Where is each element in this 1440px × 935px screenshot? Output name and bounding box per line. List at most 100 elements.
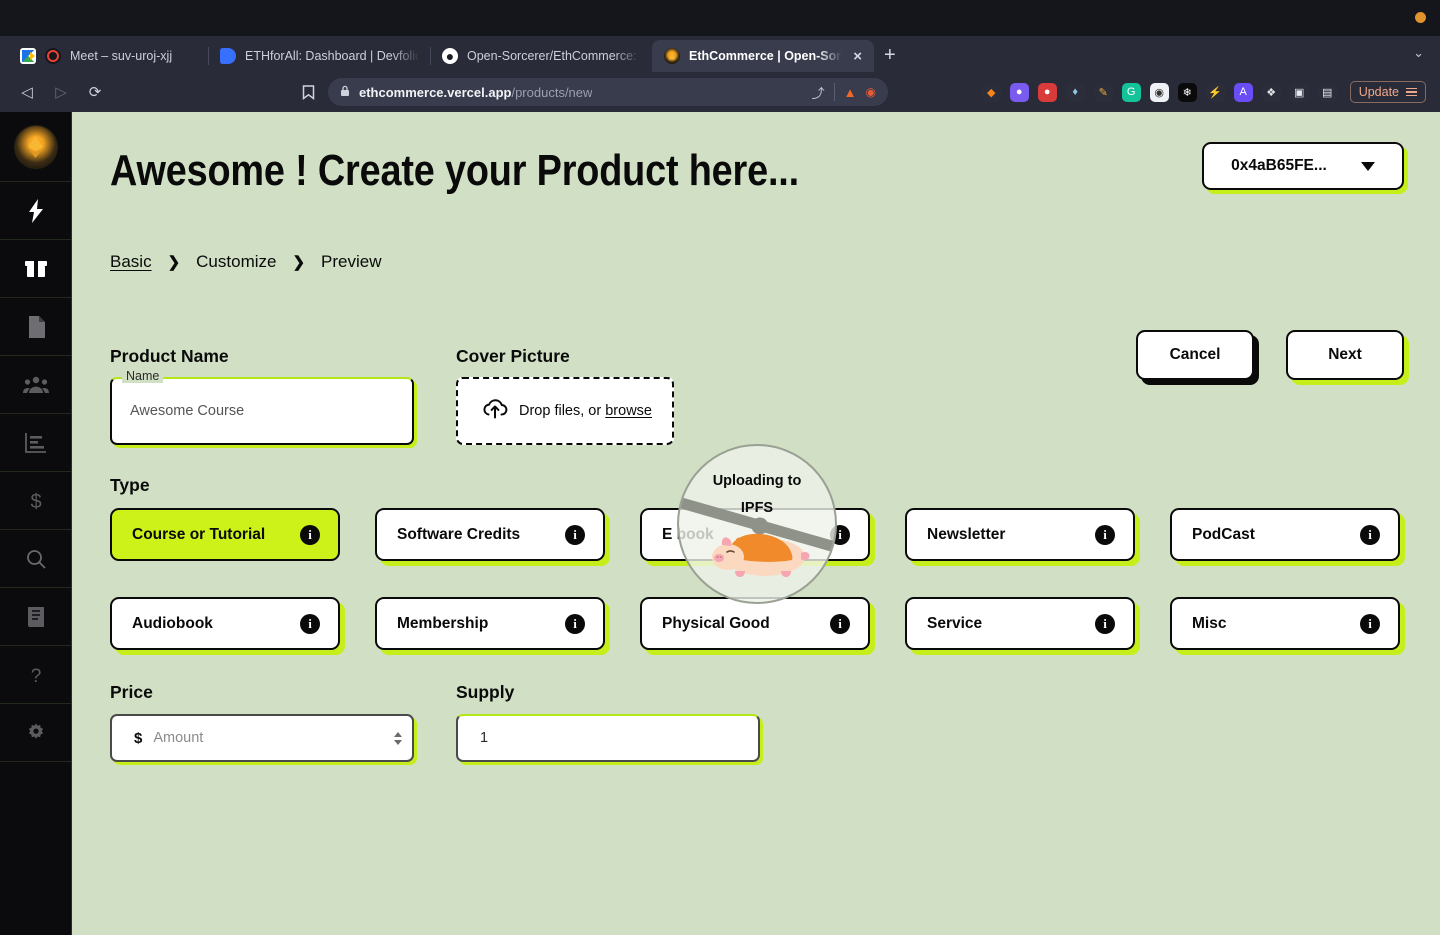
browser-tab-devfolio[interactable]: ETHforAll: Dashboard | Devfolio bbox=[208, 40, 430, 72]
chevron-right-icon: ❯ bbox=[167, 254, 181, 271]
supply-group: Supply 1 bbox=[456, 682, 780, 762]
ethcommerce-icon bbox=[664, 48, 680, 64]
sidebar-item-activity[interactable] bbox=[0, 182, 71, 240]
sidebar-item-products[interactable] bbox=[0, 240, 71, 298]
type-option-label: Physical Good bbox=[662, 614, 770, 632]
type-option-podcast[interactable]: PodCast i bbox=[1170, 508, 1400, 561]
window-control-dot[interactable] bbox=[1415, 12, 1426, 23]
puzzle-extensions-icon[interactable]: ❖ bbox=[1261, 82, 1281, 102]
wizard-actions: Cancel Next bbox=[1136, 330, 1404, 380]
info-icon[interactable]: i bbox=[300, 613, 320, 634]
sidebar-item-help[interactable]: ? bbox=[0, 646, 71, 704]
type-option-label: Misc bbox=[1192, 614, 1227, 632]
stepper-down-icon[interactable] bbox=[394, 739, 402, 745]
type-option-audiobook[interactable]: Audiobook i bbox=[110, 597, 340, 650]
sidebar-item-documents[interactable] bbox=[0, 298, 71, 356]
dropzone-prefix: Drop files, or bbox=[519, 403, 606, 419]
grammarly-extension-icon[interactable]: G bbox=[1121, 82, 1141, 102]
browser-tab-github[interactable]: ● Open-Sorcerer/EthCommerce: Toke bbox=[430, 40, 652, 72]
lightning-extension-icon[interactable]: ⚡ bbox=[1205, 82, 1225, 102]
quantity-stepper[interactable] bbox=[394, 731, 402, 745]
browser-window: Meet – suv-uroj-xjj ETHforAll: Dashboard… bbox=[0, 0, 1440, 935]
reload-button[interactable]: ⟳ bbox=[78, 77, 112, 107]
info-icon[interactable]: i bbox=[565, 524, 585, 545]
sidebar-item-payments[interactable]: $ bbox=[0, 472, 71, 530]
colorpicker-extension-icon[interactable]: ✎ bbox=[1093, 82, 1113, 102]
new-tab-button[interactable]: + bbox=[884, 44, 896, 67]
sidebar-item-settings[interactable] bbox=[0, 704, 71, 762]
left-sidebar: $ ? bbox=[0, 112, 72, 935]
cancel-button[interactable]: Cancel bbox=[1136, 330, 1254, 380]
breadcrumb-item-customize[interactable]: Customize bbox=[196, 252, 276, 272]
wallet-icon[interactable]: ▤ bbox=[1317, 82, 1337, 102]
users-group-icon bbox=[22, 376, 49, 394]
info-icon[interactable]: i bbox=[1095, 613, 1115, 634]
type-option-service[interactable]: Service i bbox=[905, 597, 1135, 650]
product-name-input[interactable]: Awesome Course bbox=[110, 377, 414, 445]
browse-link[interactable]: browse bbox=[605, 403, 652, 419]
sidepanel-icon[interactable]: ▣ bbox=[1289, 82, 1309, 102]
google-meet-icon bbox=[20, 48, 36, 64]
rabby-extension-icon[interactable]: ● bbox=[1009, 82, 1029, 102]
address-bar[interactable]: ethcommerce.vercel.app/products/new ⤴ ▲ … bbox=[328, 78, 888, 106]
info-icon[interactable]: i bbox=[1360, 524, 1380, 545]
search-icon bbox=[25, 548, 47, 570]
coinbase-wallet-extension-icon[interactable]: ◉ bbox=[1149, 82, 1169, 102]
sidebar-item-analytics[interactable] bbox=[0, 414, 71, 472]
tab-strip: Meet – suv-uroj-xjj ETHforAll: Dashboard… bbox=[0, 36, 1440, 72]
keplr-extension-icon[interactable]: ● bbox=[1037, 82, 1057, 102]
info-icon[interactable]: i bbox=[1360, 613, 1380, 634]
brave-rewards-icon[interactable]: ◉ bbox=[866, 85, 876, 99]
chevron-down-icon[interactable]: ⌄ bbox=[1413, 45, 1424, 61]
stepper-up-icon[interactable] bbox=[394, 731, 402, 737]
type-option-membership[interactable]: Membership i bbox=[375, 597, 605, 650]
bookmark-icon[interactable] bbox=[292, 84, 324, 100]
ethcommerce-logo[interactable] bbox=[0, 112, 71, 182]
hamburger-menu-icon[interactable] bbox=[1406, 87, 1417, 97]
info-icon[interactable]: i bbox=[300, 524, 320, 545]
type-option-newsletter[interactable]: Newsletter i bbox=[905, 508, 1135, 561]
svg-text:$: $ bbox=[30, 491, 41, 512]
supply-input[interactable]: 1 bbox=[456, 714, 760, 762]
info-icon[interactable]: i bbox=[830, 613, 850, 634]
close-icon[interactable]: × bbox=[851, 49, 864, 64]
product-name-value: Awesome Course bbox=[130, 403, 245, 419]
price-group: Price $ Amount bbox=[110, 682, 434, 762]
share-icon[interactable]: ⤴ bbox=[812, 83, 825, 102]
next-button[interactable]: Next bbox=[1286, 330, 1404, 380]
price-input[interactable]: $ Amount bbox=[110, 714, 414, 762]
info-icon[interactable]: i bbox=[1095, 524, 1115, 545]
type-option-course-or-tutorial[interactable]: Course or Tutorial i bbox=[110, 508, 340, 561]
cover-picture-dropzone[interactable]: Drop files, or browse bbox=[456, 377, 674, 445]
metamask-extension-icon[interactable]: ◆ bbox=[981, 82, 1001, 102]
sidebar-item-search[interactable] bbox=[0, 530, 71, 588]
page-title: Awesome ! Create your Product here... bbox=[110, 146, 799, 195]
update-button[interactable]: Update bbox=[1349, 81, 1426, 103]
sidebar-item-customers[interactable] bbox=[0, 356, 71, 414]
type-option-physical-good[interactable]: Physical Good i bbox=[640, 597, 870, 650]
type-option-misc[interactable]: Misc i bbox=[1170, 597, 1400, 650]
dropzone-text: Drop files, or browse bbox=[519, 403, 652, 419]
back-button[interactable]: ◁ bbox=[10, 77, 44, 107]
info-icon[interactable]: i bbox=[565, 613, 585, 634]
divider bbox=[833, 83, 835, 101]
brave-shields-icon[interactable]: ▲ bbox=[844, 85, 857, 100]
forward-button[interactable]: ▷ bbox=[44, 77, 78, 107]
breadcrumb-item-basic[interactable]: Basic bbox=[110, 252, 152, 272]
type-option-label: PodCast bbox=[1192, 525, 1255, 543]
browser-tab-ethcommerce[interactable]: EthCommerce | Open-Sorcerers × bbox=[652, 40, 874, 72]
main-content: Awesome ! Create your Product here... 0x… bbox=[72, 112, 1440, 935]
phantom-extension-icon[interactable]: ♦ bbox=[1065, 82, 1085, 102]
browser-tab-meet[interactable]: Meet – suv-uroj-xjj bbox=[8, 40, 208, 72]
sidebar-item-docs[interactable] bbox=[0, 588, 71, 646]
type-option-label: Membership bbox=[397, 614, 489, 632]
argent-extension-icon[interactable]: A bbox=[1233, 82, 1253, 102]
supply-label: Supply bbox=[456, 682, 515, 702]
gear-icon bbox=[25, 722, 47, 744]
type-option-software-credits[interactable]: Software Credits i bbox=[375, 508, 605, 561]
breadcrumb-item-preview[interactable]: Preview bbox=[321, 252, 381, 272]
devfolio-icon bbox=[220, 48, 236, 64]
window-titlebar bbox=[0, 0, 1440, 36]
wallet-address-button[interactable]: 0x4aB65FE... bbox=[1202, 142, 1404, 190]
snowflake-extension-icon[interactable]: ❄ bbox=[1177, 82, 1197, 102]
